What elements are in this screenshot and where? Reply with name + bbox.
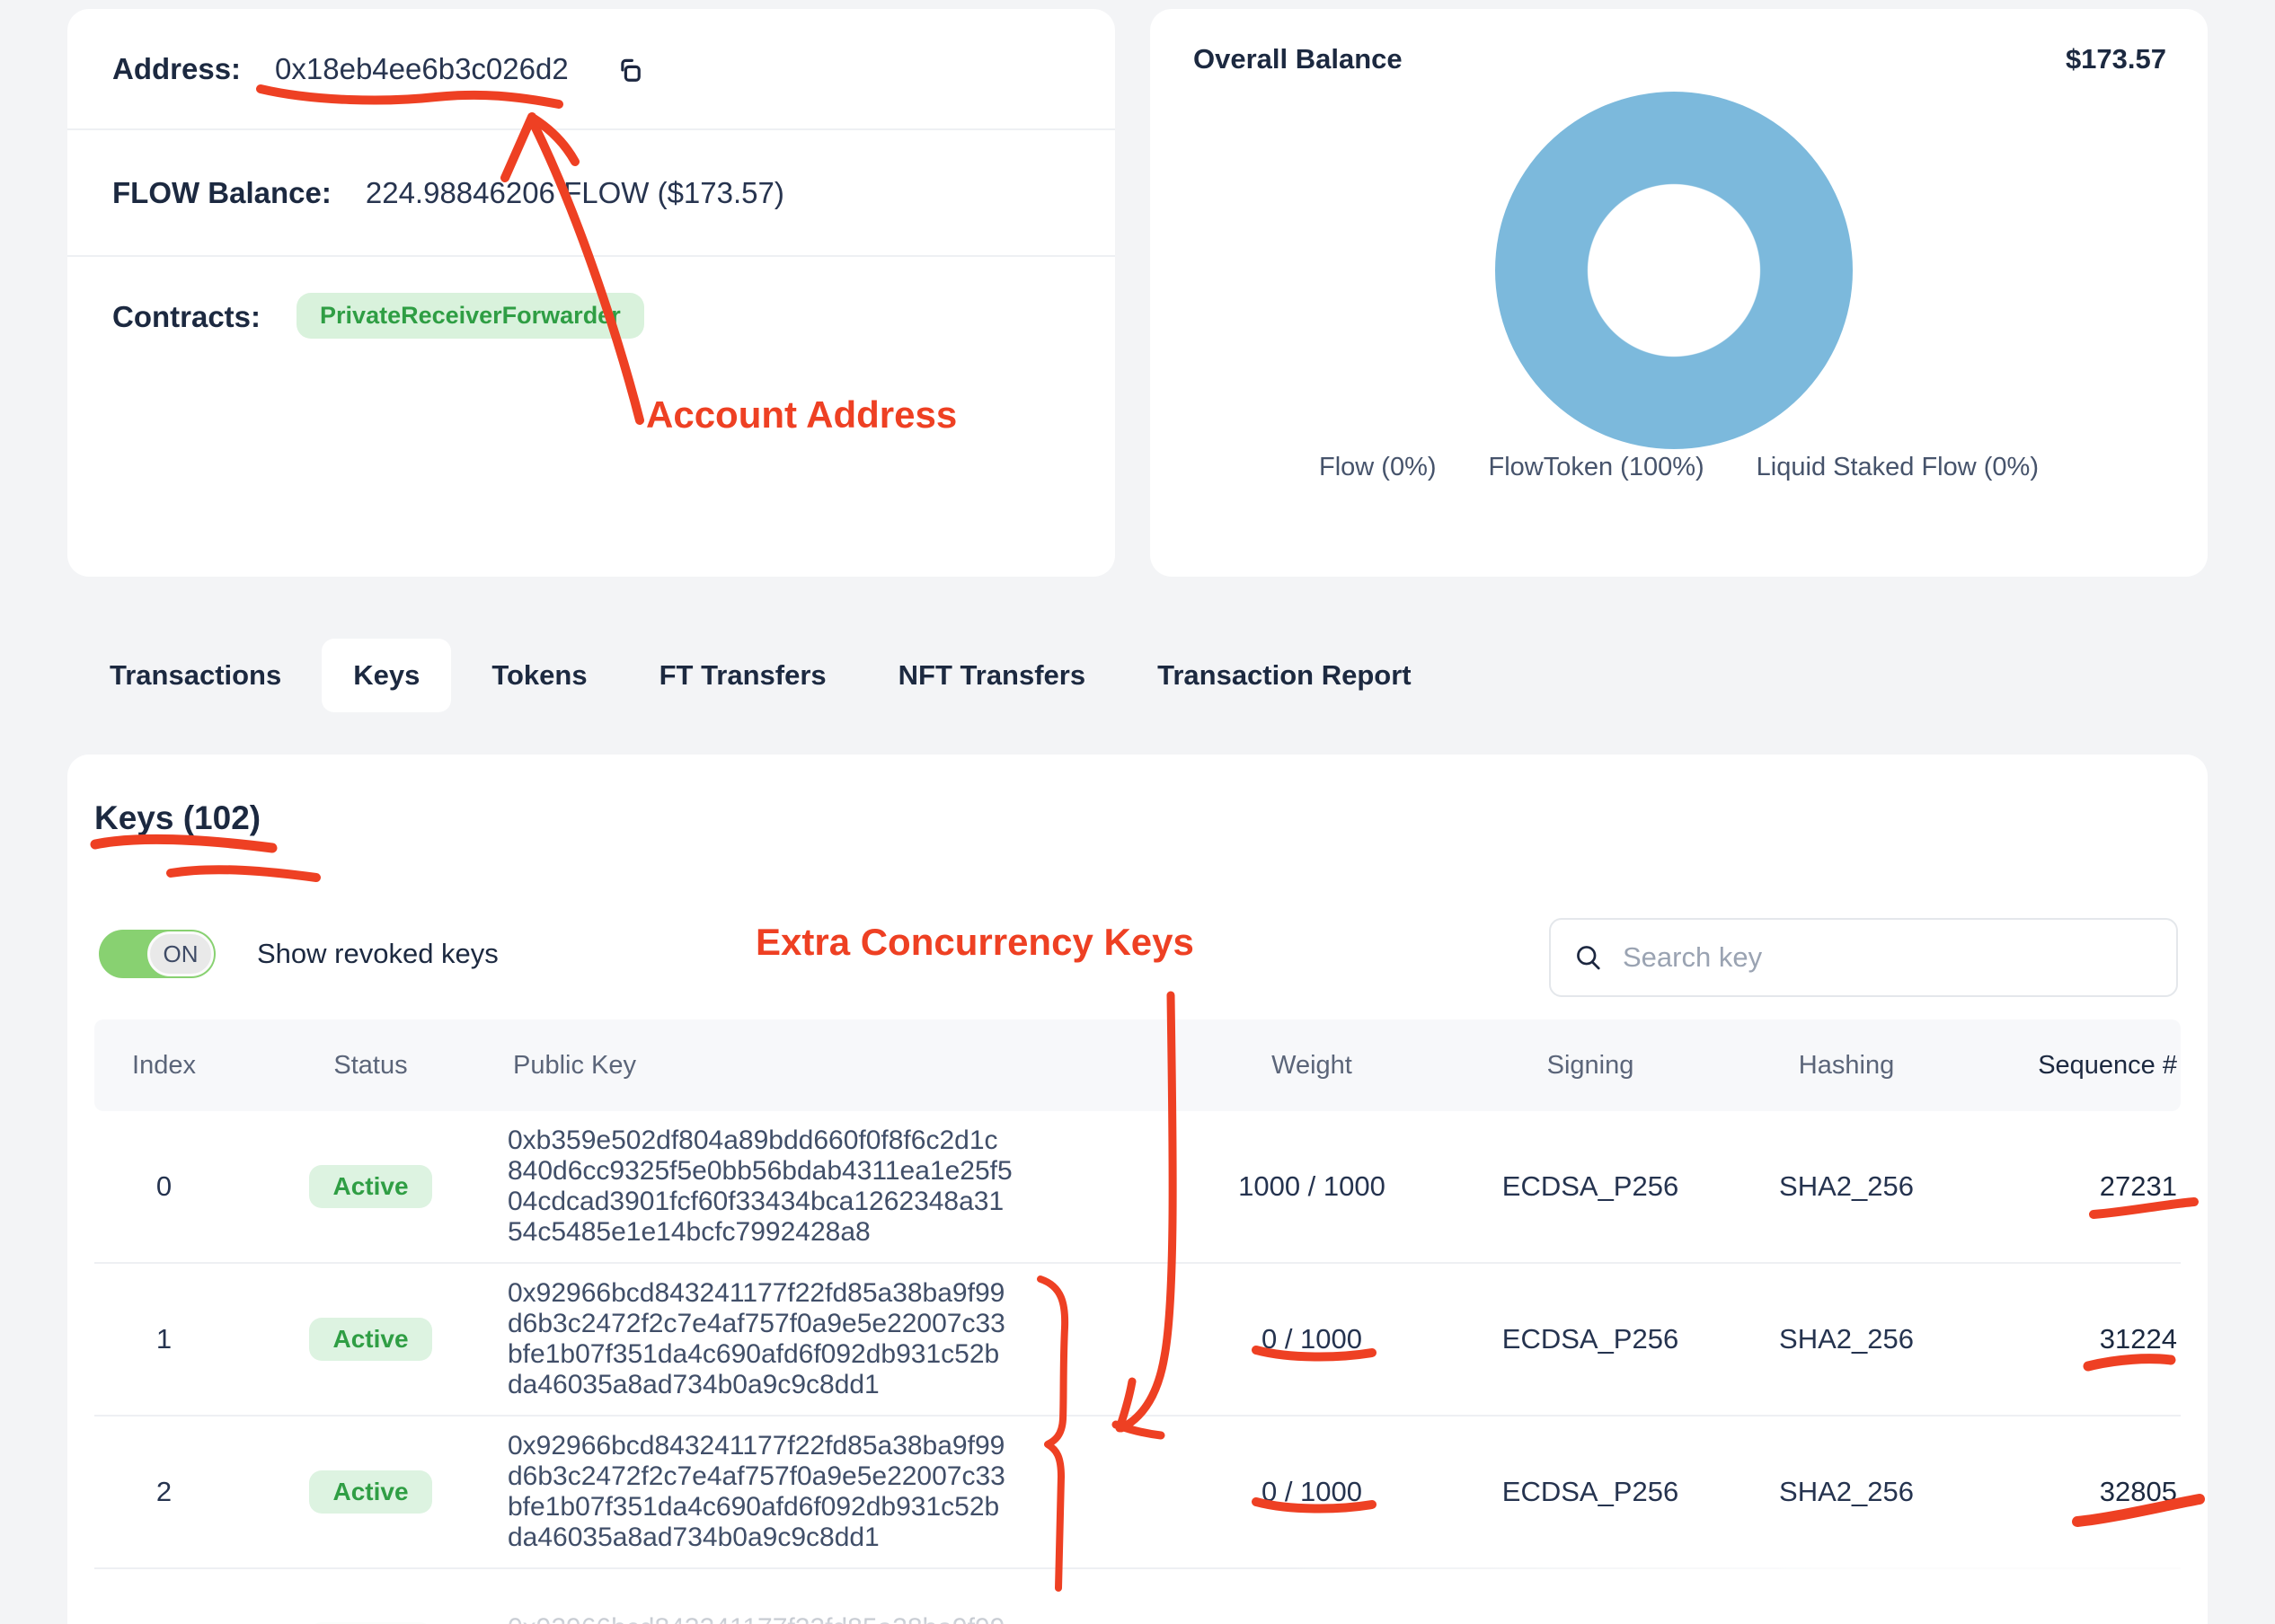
key-signing: ECDSA_P256: [1469, 1476, 1712, 1508]
key-index: 0: [94, 1170, 234, 1203]
search-key-input[interactable]: [1621, 940, 2155, 975]
key-signing: ECDSA_P256: [1469, 1170, 1712, 1203]
status-badge: Active: [309, 1165, 431, 1208]
toggle-label: Show revoked keys: [257, 938, 499, 970]
status-badge: Active: [309, 1318, 431, 1361]
col-header-sequence: Sequence #: [1981, 1051, 2181, 1081]
toggle-state-label: ON: [164, 940, 199, 968]
col-header-hashing: Hashing: [1712, 1051, 1981, 1081]
key-hashing: SHA2_256: [1712, 1476, 1981, 1508]
account-page: Address: 0x18eb4ee6b3c026d2 FLOW Balance…: [0, 0, 2275, 1624]
address-label: Address:: [112, 52, 241, 86]
balance-card-header: Overall Balance $173.57: [1150, 9, 2208, 75]
col-header-weight: Weight: [1155, 1051, 1469, 1081]
public-key: 0x92966bcd843241177f22fd85a38ba9f99 d6b3…: [508, 1417, 1155, 1567]
tab-nft-transfers[interactable]: NFT Transfers: [867, 639, 1117, 712]
public-key: 0x92966bcd843241177f22fd85a38ba9f99 d6b3…: [508, 1264, 1155, 1415]
tab-keys[interactable]: Keys: [322, 639, 451, 712]
key-status: Active: [234, 1318, 508, 1361]
key-sequence: 27231: [1981, 1170, 2181, 1203]
legend-item-liquid-staked: Liquid Staked Flow (0%): [1757, 453, 2039, 482]
status-badge: Active: [309, 1470, 431, 1514]
contracts-row: Contracts: PrivateReceiverForwarder: [67, 257, 1115, 575]
toggle-knob: ON: [147, 931, 214, 976]
key-row-0: 0 Active 0xb359e502df804a89bdd660f0f8f6c…: [94, 1111, 2181, 1264]
key-index: 2: [94, 1476, 234, 1508]
balance-card-title: Overall Balance: [1193, 43, 1403, 75]
key-row-1: 1 Active 0x92966bcd843241177f22fd85a38ba…: [94, 1264, 2181, 1417]
show-revoked-keys-toggle[interactable]: ON: [99, 930, 216, 978]
contract-badge[interactable]: PrivateReceiverForwarder: [297, 293, 644, 339]
tab-tokens[interactable]: Tokens: [460, 639, 618, 712]
flow-balance-label: FLOW Balance:: [112, 176, 332, 210]
copy-icon: [609, 50, 647, 88]
account-tabs: Transactions Keys Tokens FT Transfers NF…: [78, 639, 1443, 712]
account-info-card: Address: 0x18eb4ee6b3c026d2 FLOW Balance…: [67, 9, 1115, 577]
keys-table: Index Status Public Key Weight Signing H…: [94, 1019, 2181, 1624]
legend-item-flow: Flow (0%): [1319, 453, 1437, 482]
col-header-status: Status: [234, 1051, 508, 1081]
key-hashing: SHA2_256: [1712, 1323, 1981, 1355]
copy-address-button[interactable]: [608, 49, 648, 89]
tab-ft-transfers[interactable]: FT Transfers: [628, 639, 858, 712]
key-row-2: 2 Active 0x92966bcd843241177f22fd85a38ba…: [94, 1417, 2181, 1569]
public-key: 0x92966bcd843241177f22fd85a38ba9f99 d6b3…: [508, 1599, 1155, 1624]
key-sequence: 31224: [1981, 1323, 2181, 1355]
col-header-public-key: Public Key: [508, 1051, 1155, 1081]
key-sequence: 32805: [1981, 1476, 2181, 1508]
key-row-3: 3 Active 0x92966bcd843241177f22fd85a38ba…: [94, 1569, 2181, 1624]
tab-transaction-report[interactable]: Transaction Report: [1126, 639, 1443, 712]
revoked-keys-toggle-row: ON Show revoked keys: [99, 930, 499, 978]
balance-donut-chart: [1495, 92, 1853, 449]
search-icon: [1572, 941, 1605, 974]
key-hashing: SHA2_256: [1712, 1170, 1981, 1203]
balance-total-value: $173.57: [2066, 43, 2166, 75]
key-weight: 0 / 1000: [1155, 1476, 1469, 1508]
col-header-index: Index: [94, 1051, 234, 1081]
donut-legend: Flow (0%) FlowToken (100%) Liquid Staked…: [1150, 453, 2208, 482]
key-status: Active: [234, 1470, 508, 1514]
keys-card: Keys (102) ON Show revoked keys Index St…: [67, 755, 2208, 1624]
key-search-box: [1549, 918, 2178, 997]
key-index: 1: [94, 1323, 234, 1355]
keys-table-header: Index Status Public Key Weight Signing H…: [94, 1019, 2181, 1111]
legend-item-flowtoken: FlowToken (100%): [1489, 453, 1704, 482]
tab-transactions[interactable]: Transactions: [78, 639, 313, 712]
col-header-signing: Signing: [1469, 1051, 1712, 1081]
key-signing: ECDSA_P256: [1469, 1323, 1712, 1355]
flow-balance-row: FLOW Balance: 224.98846206 FLOW ($173.57…: [67, 130, 1115, 257]
address-row: Address: 0x18eb4ee6b3c026d2: [67, 9, 1115, 130]
key-weight: 0 / 1000: [1155, 1323, 1469, 1355]
keys-section-title: Keys (102): [94, 799, 261, 837]
key-weight: 1000 / 1000: [1155, 1170, 1469, 1203]
account-address-value: 0x18eb4ee6b3c026d2: [275, 52, 569, 86]
contracts-label: Contracts:: [112, 300, 261, 334]
key-status: Active: [234, 1165, 508, 1208]
flow-balance-value: 224.98846206 FLOW ($173.57): [366, 176, 784, 210]
overall-balance-card: Overall Balance $173.57 Flow (0%) FlowTo…: [1150, 9, 2208, 577]
public-key: 0xb359e502df804a89bdd660f0f8f6c2d1c 840d…: [508, 1111, 1155, 1262]
